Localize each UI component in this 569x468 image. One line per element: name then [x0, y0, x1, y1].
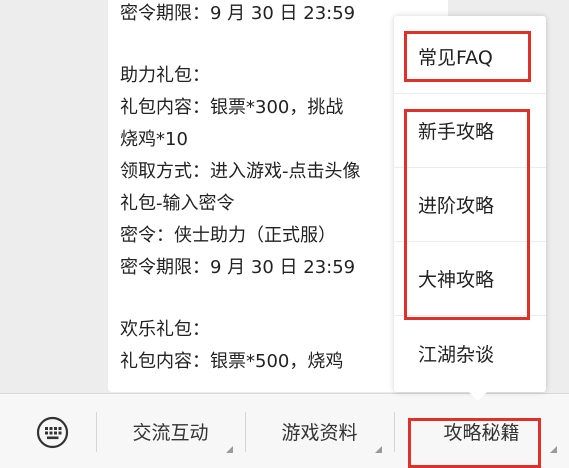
menu-gonglue-miji[interactable]: 攻略秘籍	[394, 394, 569, 468]
submenu-corner-icon	[375, 446, 382, 453]
submenu-item-label: 大神攻略	[418, 269, 495, 291]
menu-youxi-ziliao[interactable]: 游戏资料	[245, 394, 394, 468]
submenu-item-faq[interactable]: 常见FAQ	[394, 20, 546, 94]
submenu-item-label: 江湖杂谈	[418, 343, 495, 366]
submenu-corner-icon	[550, 446, 557, 453]
menu-label: 游戏资料	[281, 422, 358, 444]
submenu-popup: 常见FAQ 新手攻略 进阶攻略 大神攻略 江湖杂谈	[394, 16, 546, 392]
submenu-item-beginner-guide[interactable]: 新手攻略	[394, 94, 546, 168]
submenu-corner-icon	[226, 446, 233, 453]
submenu-item-jianghu-chat[interactable]: 江湖杂谈	[394, 316, 546, 390]
bottom-menu-bar: 交流互动 游戏资料 攻略秘籍	[0, 393, 569, 468]
keyboard-icon-graphic	[36, 416, 69, 449]
keyboard-icon[interactable]	[36, 416, 69, 449]
menu-label: 攻略秘籍	[443, 422, 520, 444]
menu-label: 交流互动	[132, 422, 209, 444]
menu-jiaoliu-hudong[interactable]: 交流互动	[96, 394, 245, 468]
chat-screen: 密令期限：9 月 30 日 23:59 助力礼包： 礼包内容：银票*300，挑战…	[0, 0, 569, 468]
submenu-item-label: 常见FAQ	[418, 47, 493, 69]
submenu-item-expert-guide[interactable]: 大神攻略	[394, 242, 546, 316]
popup-pointer-arrow	[468, 391, 488, 401]
submenu-item-label: 进阶攻略	[418, 195, 495, 217]
submenu-item-advanced-guide[interactable]: 进阶攻略	[394, 168, 546, 242]
submenu-item-label: 新手攻略	[418, 121, 495, 143]
